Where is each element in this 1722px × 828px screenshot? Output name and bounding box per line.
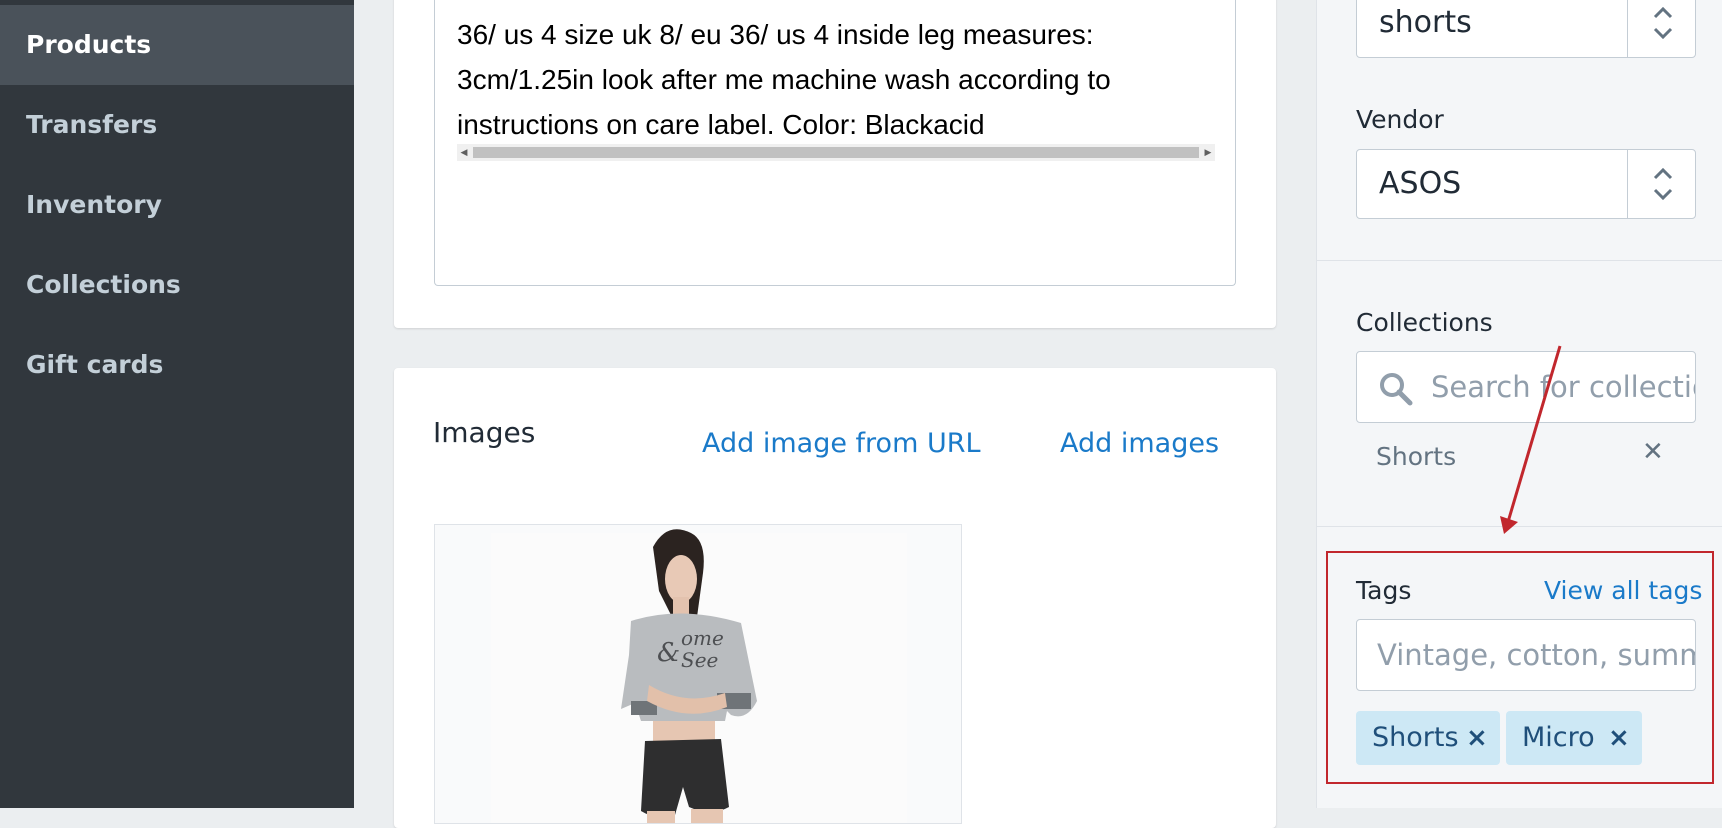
select-divider <box>1627 150 1628 218</box>
description-text[interactable]: 36/ us 4 size uk 8/ eu 36/ us 4 inside l… <box>457 12 1217 147</box>
product-image[interactable]: & ome See <box>434 524 962 824</box>
select-arrows-icon <box>1653 6 1673 40</box>
annotation-arrow-icon <box>1500 345 1562 534</box>
collections-label: Collections <box>1356 308 1493 337</box>
vendor-select[interactable]: ASOS <box>1356 149 1696 219</box>
description-line: 36/ us 4 size uk 8/ eu 36/ us 4 inside l… <box>457 19 1094 50</box>
add-image-from-url-link[interactable]: Add image from URL <box>702 428 981 459</box>
annotation-highlight-box <box>1326 551 1714 784</box>
select-divider <box>1627 0 1628 57</box>
svg-text:See: See <box>681 648 718 672</box>
add-images-link[interactable]: Add images <box>1060 428 1219 459</box>
product-type-select[interactable]: shorts <box>1356 0 1696 58</box>
sidebar-item-products[interactable]: Products <box>0 5 354 85</box>
sidebar-item-collections[interactable]: Collections <box>0 245 354 325</box>
svg-text:&: & <box>657 638 680 668</box>
remove-collection-icon[interactable]: ✕ <box>1642 437 1664 467</box>
section-divider <box>1316 260 1722 261</box>
scroll-left-icon[interactable]: ◀ <box>457 144 471 161</box>
sidebar-nav: Products Transfers Inventory Collections… <box>0 0 354 808</box>
images-title: Images <box>433 416 536 449</box>
select-arrows-icon <box>1653 167 1673 201</box>
sidebar-item-gift-cards[interactable]: Gift cards <box>0 325 354 405</box>
product-photo-illustration: & ome See <box>491 529 907 823</box>
description-line: instructions on care label. Color: Black… <box>457 109 985 140</box>
vendor-value: ASOS <box>1379 166 1462 201</box>
description-line: 3cm/1.25in look after me machine wash ac… <box>457 64 1111 95</box>
scrollbar-thumb[interactable] <box>473 147 1199 158</box>
collection-item-label: Shorts <box>1376 442 1457 471</box>
vendor-label: Vendor <box>1356 105 1444 134</box>
search-icon <box>1380 373 1413 406</box>
sidebar-item-inventory[interactable]: Inventory <box>0 165 354 245</box>
scroll-right-icon[interactable]: ▶ <box>1201 144 1215 161</box>
description-editor[interactable]: 36/ us 4 size uk 8/ eu 36/ us 4 inside l… <box>434 0 1236 286</box>
sidebar-item-transfers[interactable]: Transfers <box>0 85 354 165</box>
product-type-value: shorts <box>1379 5 1472 40</box>
svg-text:ome: ome <box>681 626 724 650</box>
horizontal-scrollbar[interactable]: ◀ ▶ <box>457 144 1215 161</box>
